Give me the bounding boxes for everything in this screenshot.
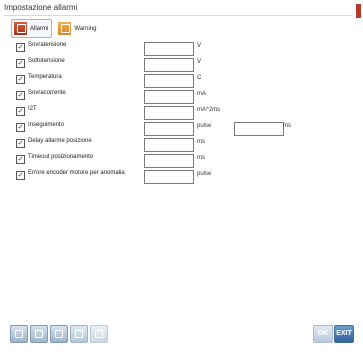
alarm-label: Sovracorrente — [28, 90, 66, 96]
alarm-value-input[interactable] — [144, 42, 194, 56]
exit-button[interactable]: EXIT — [334, 325, 354, 343]
alarm-unit: ms — [197, 155, 205, 161]
tab-bar: Allarmi Warning — [11, 19, 103, 38]
alarm-label: Timeout posizionamento — [28, 154, 94, 160]
bottom-toolbar: OK EXIT — [0, 325, 363, 351]
alarm-tab-icon — [14, 22, 27, 35]
tab-warning[interactable]: Warning — [55, 19, 100, 38]
alarm-checkbox[interactable]: ✓ — [16, 123, 25, 132]
alarm-label: Sottotensione — [28, 58, 65, 64]
tab-allarmi[interactable]: Allarmi — [11, 19, 53, 38]
alarm-checkbox[interactable]: ✓ — [16, 59, 25, 68]
tab-label: Allarmi — [30, 25, 49, 32]
alarm-value-input[interactable] — [144, 74, 194, 88]
alarm-label: Temperatura — [28, 74, 62, 80]
alarm-unit: ms — [197, 139, 205, 145]
alarm-unit: mA — [197, 91, 206, 97]
alarm-unit: V — [197, 43, 202, 49]
alarm-checkbox[interactable]: ✓ — [16, 107, 25, 116]
title-divider — [4, 15, 353, 16]
alarm-row-i2t: ✓ I2T mA^2ms — [15, 104, 345, 120]
alarm-secondary-unit: ms — [283, 123, 291, 129]
alarm-checkbox[interactable]: ✓ — [16, 75, 25, 84]
alarm-checkbox[interactable]: ✓ — [16, 139, 25, 148]
alarm-unit: mA^2ms — [197, 107, 221, 113]
alarm-value-input[interactable] — [144, 122, 194, 136]
alarm-value-input[interactable] — [144, 106, 194, 120]
alarm-value-input[interactable] — [144, 58, 194, 72]
alarm-row-inseguimento: ✓ Inseguimento pulse ms — [15, 120, 345, 136]
alarm-checkbox[interactable]: ✓ — [16, 155, 25, 164]
alarm-value-input[interactable] — [144, 90, 194, 104]
alarm-row-temperatura: ✓ Temperatura C — [15, 72, 345, 88]
alarm-unit: V — [197, 59, 202, 65]
corner-marker — [356, 4, 361, 18]
alarm-unit: pulse — [197, 123, 212, 129]
alarm-row-sovracorrente: ✓ Sovracorrente mA — [15, 88, 345, 104]
alarm-list: ✓ Sovratensione V ✓ Sottotensione V ✓ Te… — [15, 40, 345, 184]
restore-icon[interactable] — [70, 325, 88, 343]
alarm-label: Delay allarme posizione — [28, 138, 92, 144]
alarm-row-delay-allarme-posizione: ✓ Delay allarme posizione ms — [15, 136, 345, 152]
warning-tab-icon — [58, 22, 72, 35]
alarm-checkbox[interactable]: ✓ — [16, 91, 25, 100]
alarm-unit: C — [197, 75, 202, 81]
alarm-value-input[interactable] — [144, 170, 194, 184]
alarm-row-sovratensione: ✓ Sovratensione V — [15, 40, 345, 56]
alarm-label: Inseguimento — [28, 122, 65, 128]
alarm-row-timeout-posizionamento: ✓ Timeout posizionamento ms — [15, 152, 345, 168]
alarm-value-input[interactable] — [144, 154, 194, 168]
tab-label: Warning — [74, 25, 97, 32]
alarm-label: Sovratensione — [28, 42, 67, 48]
export-icon[interactable] — [30, 325, 48, 343]
alarm-row-sottotensione: ✓ Sottotensione V — [15, 56, 345, 72]
alarm-value-input[interactable] — [144, 138, 194, 152]
alarm-checkbox[interactable]: ✓ — [16, 171, 25, 180]
save-icon[interactable] — [50, 325, 68, 343]
alarm-secondary-input[interactable] — [234, 122, 284, 136]
ok-button[interactable]: OK — [313, 325, 333, 343]
import-icon[interactable] — [10, 325, 28, 343]
alarm-unit: pulse — [197, 171, 212, 177]
alarm-label: I2T — [28, 106, 37, 112]
default-icon[interactable] — [90, 325, 108, 343]
alarm-checkbox[interactable]: ✓ — [16, 43, 25, 52]
alarm-label: Errore encoder motore per anomalia — [28, 170, 125, 176]
window-title: Impostazione allarmi — [4, 3, 78, 12]
alarm-row-errore-encoder: ✓ Errore encoder motore per anomalia pul… — [15, 168, 345, 184]
